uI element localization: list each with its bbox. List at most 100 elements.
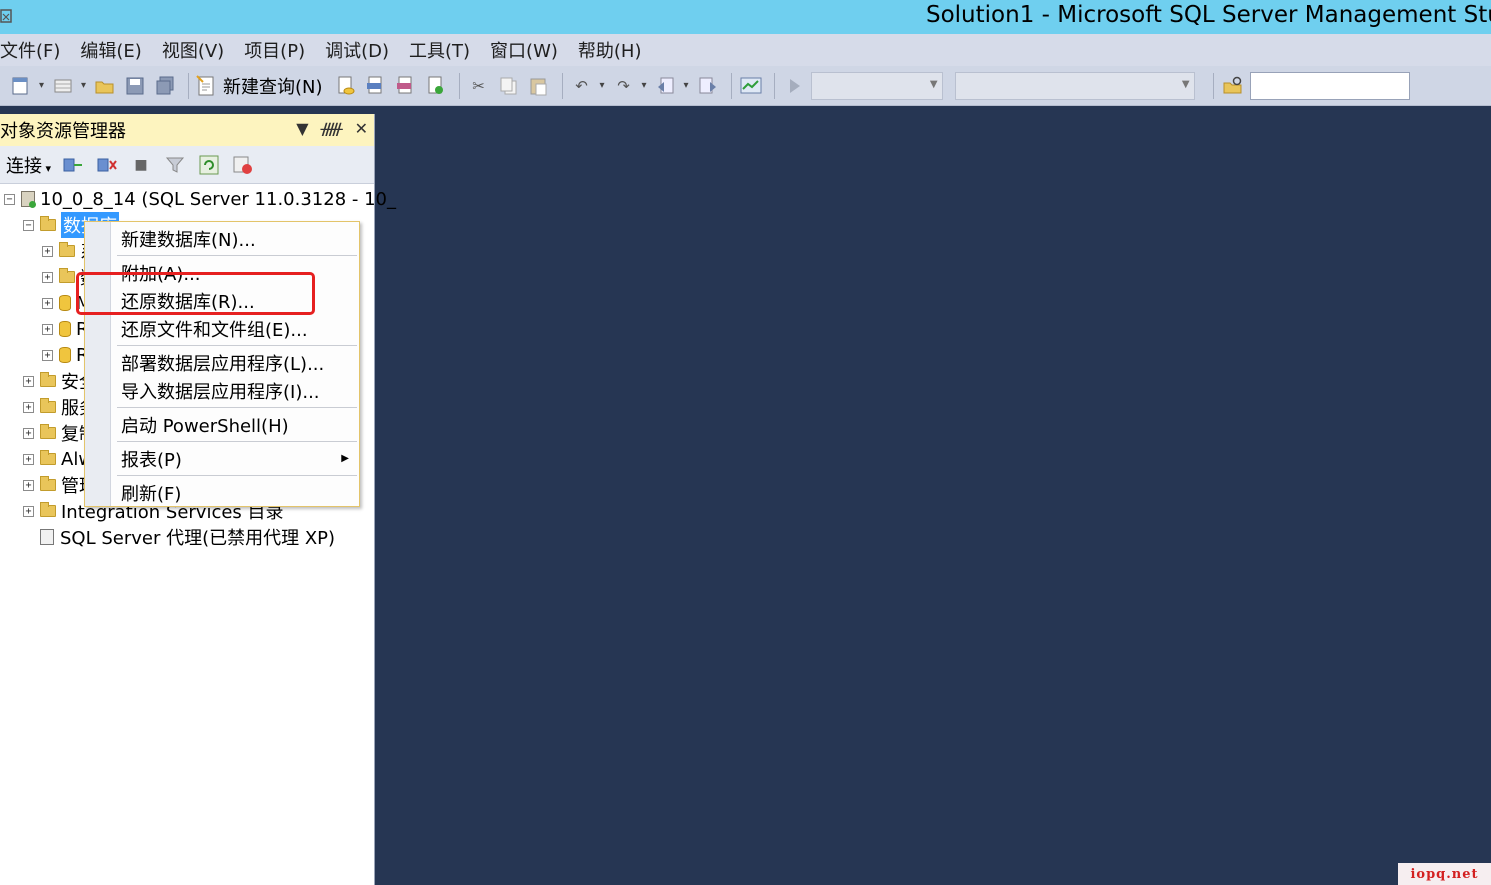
- new-query-button[interactable]: 新建查询(N): [195, 73, 323, 99]
- menu-window[interactable]: 窗口(W): [490, 37, 568, 63]
- navigate-backward-icon[interactable]: [653, 73, 689, 99]
- tree-node-sql-agent[interactable]: SQL Server 代理(已禁用代理 XP): [40, 524, 335, 550]
- tree-node-database[interactable]: + R: [42, 342, 89, 368]
- collapse-icon[interactable]: −: [4, 193, 15, 205]
- find-input[interactable]: [1249, 71, 1410, 100]
- menu-project[interactable]: 项目(P): [244, 37, 315, 63]
- toolbar-separator: [773, 72, 775, 99]
- menu-separator: [117, 255, 357, 256]
- database-engine-query-icon[interactable]: [333, 73, 359, 99]
- ssms-app-icon[interactable]: [0, 4, 14, 30]
- redo-icon[interactable]: ↷: [611, 73, 646, 99]
- filter-icon[interactable]: [163, 153, 187, 177]
- paste-icon[interactable]: [526, 73, 552, 99]
- analysis-mdx-query-icon[interactable]: [363, 73, 389, 99]
- collapse-icon[interactable]: −: [23, 219, 34, 231]
- expand-icon[interactable]: +: [23, 375, 34, 387]
- menu-item-reports[interactable]: 报表(P): [121, 446, 182, 472]
- menu-item-import-data-tier[interactable]: 导入数据层应用程序(I)...: [121, 378, 320, 404]
- undo-icon[interactable]: ↶: [569, 73, 604, 99]
- activity-monitor-icon[interactable]: [738, 73, 764, 99]
- expand-icon[interactable]: +: [42, 349, 53, 361]
- menu-bar: 文件(F) 编辑(E) 视图(V) 项目(P) 调试(D) 工具(T) 窗口(W…: [0, 34, 1491, 66]
- folder-icon: [40, 450, 56, 465]
- menu-item-refresh[interactable]: 刷新(F): [121, 480, 181, 506]
- menu-edit[interactable]: 编辑(E): [80, 37, 151, 63]
- connect-button[interactable]: 连接: [6, 152, 51, 178]
- menu-separator: [117, 345, 357, 346]
- folder-icon: [40, 502, 56, 517]
- menu-separator: [117, 475, 357, 476]
- menu-view[interactable]: 视图(V): [162, 37, 234, 63]
- stop-icon[interactable]: ■: [129, 153, 153, 177]
- menu-icon-gutter: [85, 222, 111, 506]
- analysis-dmx-query-icon[interactable]: [393, 73, 419, 99]
- menu-item-restore-files[interactable]: 还原文件和文件组(E)...: [121, 316, 308, 342]
- cut-icon[interactable]: ✂: [466, 73, 492, 99]
- menu-item-start-powershell[interactable]: 启动 PowerShell(H): [121, 412, 289, 438]
- menu-item-new-database[interactable]: 新建数据库(N)...: [121, 226, 256, 252]
- object-explorer-toolbar: 连接 ■: [0, 146, 374, 184]
- watermark: iopq.net: [1398, 863, 1491, 885]
- close-icon[interactable]: ✕: [355, 119, 368, 138]
- chevron-down-icon: ▼: [1181, 78, 1190, 90]
- new-query-icon: [196, 74, 214, 95]
- toolbar-separator: [1212, 72, 1214, 99]
- tree-node-database[interactable]: + R: [42, 316, 89, 342]
- save-icon[interactable]: [122, 73, 148, 99]
- expand-icon[interactable]: +: [42, 271, 53, 283]
- connect-object-explorer-icon[interactable]: [61, 153, 85, 177]
- expand-icon[interactable]: +: [23, 401, 34, 413]
- add-item-icon[interactable]: [50, 73, 86, 99]
- folder-icon: [40, 424, 56, 439]
- solution-configurations-dropdown[interactable]: ▼: [954, 71, 1195, 100]
- expand-icon[interactable]: +: [42, 245, 53, 257]
- xmla-query-icon[interactable]: [423, 73, 449, 99]
- object-explorer-header: 对象资源管理器 ▼ ᚏ ✕: [0, 114, 374, 146]
- new-project-icon[interactable]: [8, 73, 44, 99]
- database-icon: [59, 347, 71, 363]
- pin-icon[interactable]: ᚏ: [321, 119, 343, 138]
- expand-icon[interactable]: +: [23, 427, 34, 439]
- window-position-dropdown-icon[interactable]: ▼: [296, 119, 308, 138]
- save-all-icon[interactable]: [152, 73, 178, 99]
- toolbar-separator: [458, 72, 460, 99]
- open-file-icon[interactable]: [92, 73, 118, 99]
- expand-icon[interactable]: +: [23, 479, 34, 491]
- expand-icon[interactable]: +: [23, 453, 34, 465]
- folder-icon: [59, 268, 75, 283]
- expand-icon[interactable]: +: [23, 505, 34, 517]
- server-icon: [21, 191, 36, 208]
- copy-icon[interactable]: [496, 73, 522, 99]
- tree-node-label: SQL Server 代理(已禁用代理 XP): [60, 528, 336, 549]
- available-databases-dropdown[interactable]: ▼: [810, 71, 943, 100]
- expand-icon[interactable]: +: [42, 323, 53, 335]
- title-bar: Solution1 - Microsoft SQL Server Managem…: [0, 0, 1491, 34]
- submenu-arrow-icon: ▶: [341, 453, 349, 464]
- object-explorer-title: 对象资源管理器: [0, 121, 126, 142]
- menu-help[interactable]: 帮助(H): [578, 37, 652, 63]
- standard-toolbar: 新建查询(N) ✂ ↶ ↷ ▼ ▼: [0, 66, 1491, 106]
- find-in-files-icon[interactable]: [1220, 73, 1246, 99]
- agent-icon: [40, 529, 54, 545]
- expand-icon[interactable]: +: [42, 297, 53, 309]
- execute-icon[interactable]: [781, 73, 807, 99]
- restore-database-highlight: [76, 272, 315, 315]
- folder-icon: [40, 216, 56, 231]
- folder-icon: [59, 242, 75, 257]
- refresh-icon[interactable]: [197, 153, 221, 177]
- activity-monitor-stop-icon[interactable]: [231, 153, 255, 177]
- disconnect-icon[interactable]: [95, 153, 119, 177]
- menu-file[interactable]: 文件(F): [0, 37, 70, 63]
- menu-separator: [117, 407, 357, 408]
- toolbar-separator: [561, 72, 563, 99]
- menu-debug[interactable]: 调试(D): [325, 37, 399, 63]
- menu-tools[interactable]: 工具(T): [409, 37, 480, 63]
- server-node-label: 10_0_8_14 (SQL Server 11.0.3128 - 10_: [40, 188, 397, 210]
- tree-node-server[interactable]: − 10_0_8_14 (SQL Server 11.0.3128 - 10_: [4, 186, 396, 212]
- tree-node-alwayson[interactable]: + Alw: [23, 446, 93, 472]
- database-icon: [59, 295, 71, 311]
- navigate-forward-icon[interactable]: [695, 73, 721, 99]
- window-title: Solution1 - Microsoft SQL Server Managem…: [926, 2, 1491, 28]
- menu-item-deploy-data-tier[interactable]: 部署数据层应用程序(L)...: [121, 350, 324, 376]
